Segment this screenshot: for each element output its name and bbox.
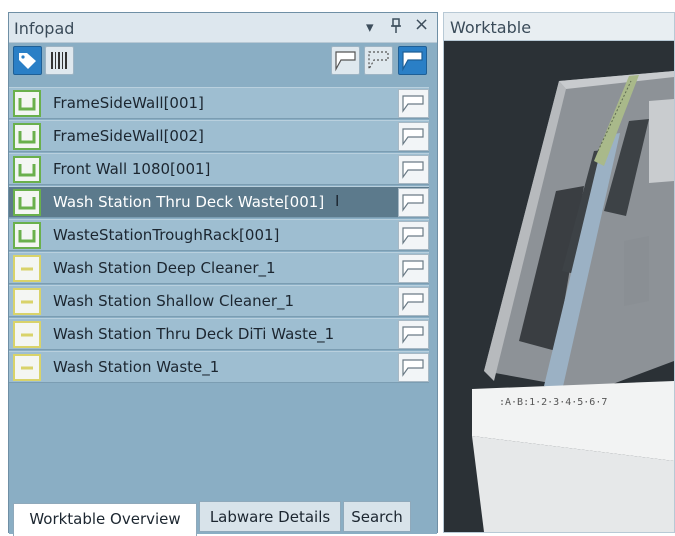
carrier-green-icon <box>13 90 41 117</box>
carrier-green-icon <box>13 123 41 150</box>
row-flag-button[interactable] <box>398 122 429 151</box>
row-flag-button[interactable] <box>398 221 429 250</box>
flag-icon <box>402 95 424 113</box>
list-item-label: FrameSideWall[002] <box>53 127 204 145</box>
list-item[interactable]: Wash Station Thru Deck DiTi Waste_1 <box>9 318 429 350</box>
tag-filter-button[interactable] <box>13 46 42 75</box>
list-item[interactable]: FrameSideWall[002] <box>9 120 429 152</box>
flag-icon <box>402 227 424 245</box>
flag-icon <box>402 293 424 311</box>
carrier-green-icon <box>13 222 41 249</box>
infopad-header: Infopad ▾ × <box>9 13 437 43</box>
flag-icon <box>335 51 356 72</box>
list-item-label: Wash Station Shallow Cleaner_1 <box>53 292 295 310</box>
infopad-title: Infopad <box>14 19 75 38</box>
list-item-label: Wash Station Thru Deck Waste[001] <box>53 193 325 211</box>
row-flag-button[interactable] <box>398 188 429 217</box>
list-item-label: WasteStationTroughRack[001] <box>53 226 280 244</box>
tab-search[interactable]: Search <box>343 501 411 532</box>
carrier-green-icon <box>13 189 41 216</box>
list-item-label: Front Wall 1080[001] <box>53 160 211 178</box>
item-list: FrameSideWall[001] FrameSideWall[002] Fron… <box>9 87 429 384</box>
flag-outline-icon <box>368 51 389 72</box>
row-flag-button[interactable] <box>398 254 429 283</box>
list-item[interactable]: Wash Station Thru Deck Waste[001] I <box>9 186 429 218</box>
flag-filter-button-solid[interactable] <box>331 46 360 75</box>
worktable-3d-viewport[interactable]: :A·B:1·2·3·4·5·6·7 <box>444 41 674 532</box>
list-item[interactable]: WasteStationTroughRack[001] <box>9 219 429 251</box>
infopad-panel: Infopad ▾ × FrameSideWall[001] FrameSide… <box>8 12 438 536</box>
pin-icon[interactable] <box>390 18 402 38</box>
row-flag-button[interactable] <box>398 287 429 316</box>
labware-yellow-icon <box>13 321 41 348</box>
tab-labware-details[interactable]: Labware Details <box>199 501 341 532</box>
infopad-toolbar <box>9 43 437 83</box>
bottom-tab-strip: Worktable Overview Labware Details Searc… <box>9 501 437 536</box>
row-flag-button[interactable] <box>398 353 429 382</box>
flag-icon <box>402 359 424 377</box>
worktable-3d-scene: :A·B:1·2·3·4·5·6·7 <box>444 41 674 532</box>
tab-worktable-overview[interactable]: Worktable Overview <box>13 503 197 536</box>
flag-filter-button-dashed[interactable] <box>364 46 393 75</box>
side-block <box>649 99 674 183</box>
worktable-header: Worktable <box>444 13 674 41</box>
row-flag-button[interactable] <box>398 89 429 118</box>
dropdown-icon[interactable]: ▾ <box>366 18 374 36</box>
list-item-label: Wash Station Deep Cleaner_1 <box>53 259 276 277</box>
flag-icon <box>402 194 424 212</box>
grid-position-label: :A·B:1·2·3·4·5·6·7 <box>499 397 607 408</box>
flag-icon <box>402 128 424 146</box>
flag-icon <box>402 161 424 179</box>
flag-icon <box>402 326 424 344</box>
list-item[interactable]: Wash Station Waste_1 <box>9 351 429 383</box>
row-flag-button[interactable] <box>398 155 429 184</box>
worktable-title: Worktable <box>450 18 532 37</box>
list-item[interactable]: Wash Station Deep Cleaner_1 <box>9 252 429 284</box>
tag-icon <box>19 53 36 69</box>
text-cursor-icon: I <box>335 192 340 210</box>
worktable-panel: Worktable :A·B:1·2·3·4·5·6·7 <box>443 12 675 533</box>
list-item-label: Wash Station Waste_1 <box>53 358 220 376</box>
list-item-label: Wash Station Thru Deck DiTi Waste_1 <box>53 325 335 343</box>
list-item[interactable]: Front Wall 1080[001] <box>9 153 429 185</box>
flag-icon <box>402 51 423 72</box>
labware-yellow-icon <box>13 354 41 381</box>
side-block-2 <box>624 236 649 306</box>
labware-yellow-icon <box>13 255 41 282</box>
barcode-icon <box>51 52 67 69</box>
labware-yellow-icon <box>13 288 41 315</box>
list-item-label: FrameSideWall[001] <box>53 94 204 112</box>
close-icon[interactable]: × <box>414 16 429 34</box>
flag-filter-button-active[interactable] <box>398 46 427 75</box>
barcode-filter-button[interactable] <box>45 46 74 75</box>
list-item[interactable]: FrameSideWall[001] <box>9 87 429 119</box>
list-item[interactable]: Wash Station Shallow Cleaner_1 <box>9 285 429 317</box>
carrier-green-icon <box>13 156 41 183</box>
flag-icon <box>402 260 424 278</box>
row-flag-button[interactable] <box>398 320 429 349</box>
